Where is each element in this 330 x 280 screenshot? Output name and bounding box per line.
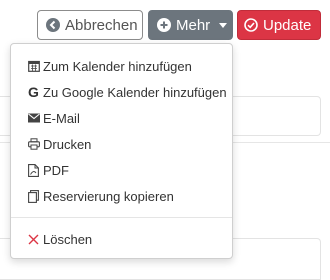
copy-icon (27, 189, 40, 203)
x-icon (27, 233, 40, 246)
menu-item-label: PDF (43, 162, 69, 178)
menu-item-add-to-google-calendar[interactable]: G Zu Google Kalender hinzufügen (11, 80, 232, 104)
menu-item-pdf[interactable]: PDF (11, 158, 232, 182)
printer-icon (27, 138, 40, 151)
menu-item-label: Löschen (43, 231, 93, 247)
menu-item-label: Drucken (43, 136, 92, 152)
more-dropdown-menu: Zum Kalender hinzufügen G Zu Google Kale… (10, 43, 233, 259)
menu-divider (11, 217, 232, 218)
menu-item-label: Zum Kalender hinzufügen (43, 58, 192, 74)
menu-item-copy-reservation[interactable]: Reservierung kopieren (11, 184, 232, 208)
menu-item-label: E-Mail (43, 110, 80, 126)
menu-item-label: Reservierung kopieren (43, 188, 174, 204)
arrow-left-circle-icon (46, 18, 60, 32)
menu-item-add-to-calendar[interactable]: Zum Kalender hinzufügen (11, 54, 232, 78)
plus-circle-icon (157, 18, 171, 32)
menu-item-delete[interactable]: Löschen (11, 227, 232, 251)
calendar-icon (27, 60, 40, 73)
envelope-icon (27, 112, 40, 125)
menu-item-email[interactable]: E-Mail (11, 106, 232, 130)
update-button[interactable]: Update (237, 10, 321, 40)
more-dropdown-button[interactable]: Mehr (148, 10, 233, 40)
check-circle-icon (244, 18, 258, 32)
chevron-down-icon (219, 22, 228, 28)
google-icon: G (28, 84, 39, 100)
menu-item-label: Zu Google Kalender hinzufügen (43, 84, 227, 100)
cancel-label: Abbrechen (65, 16, 138, 34)
cancel-button[interactable]: Abbrechen (37, 10, 143, 40)
update-label: Update (263, 16, 312, 34)
more-label: Mehr (176, 16, 211, 34)
pdf-file-icon (27, 163, 40, 177)
menu-item-print[interactable]: Drucken (11, 132, 232, 156)
